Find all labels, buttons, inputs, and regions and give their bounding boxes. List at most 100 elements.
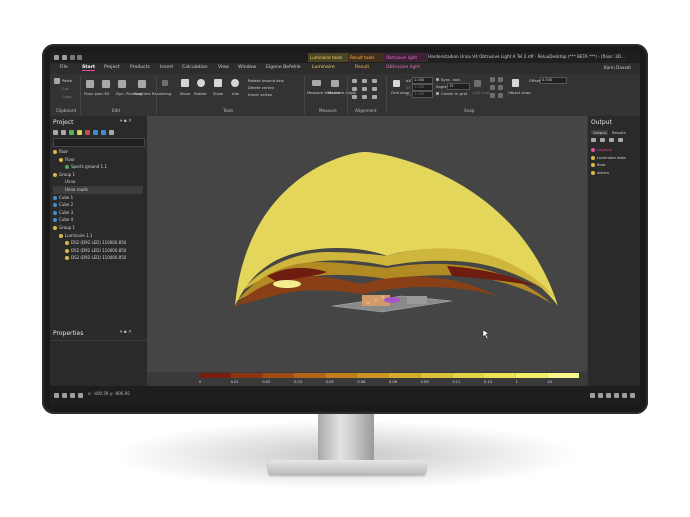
align-middle-icon[interactable] <box>362 87 367 91</box>
rotate-button[interactable]: Rotate <box>194 91 206 96</box>
cut-button[interactable]: Cut <box>62 86 69 91</box>
align-top-icon[interactable] <box>352 87 357 91</box>
panel-pin-icon[interactable]: ▾ ▪ ✕ <box>120 330 132 335</box>
toolbar-icon[interactable] <box>61 130 66 135</box>
status-icon[interactable] <box>62 393 67 398</box>
redo-icon[interactable] <box>77 55 82 60</box>
menu-project[interactable]: Project <box>104 65 120 70</box>
menu-window[interactable]: Window <box>238 65 256 70</box>
aim-button[interactable]: Aim <box>232 91 239 96</box>
snap-mode-icon[interactable] <box>490 93 495 98</box>
snap-mode-icon[interactable] <box>498 77 503 82</box>
toolbar-icon[interactable] <box>77 130 82 135</box>
snap-mode-icon[interactable] <box>490 77 495 82</box>
scale-button[interactable]: Scale <box>213 91 223 96</box>
dyn-planning-icon[interactable] <box>118 80 126 88</box>
toolbar-icon[interactable] <box>591 138 596 142</box>
undo-icon[interactable] <box>70 55 75 60</box>
realtime-rendering-button[interactable]: Realtime Rendering <box>134 91 171 96</box>
tab-results[interactable]: Results <box>612 130 626 135</box>
tree-item[interactable]: Floor <box>53 156 143 164</box>
user-name[interactable]: Karin Daxxdi <box>604 65 631 70</box>
output-tree-item[interactable]: Luminaire data <box>591 154 639 162</box>
sync-axis-checkbox[interactable] <box>436 78 439 81</box>
dz-input[interactable]: 1.000 <box>412 91 433 98</box>
menu-obtrusive-light[interactable]: Obtrusive light <box>386 65 420 70</box>
3d-viewport[interactable] <box>147 116 587 372</box>
snap-mode-icon[interactable] <box>490 85 495 90</box>
3d-view-icon[interactable] <box>102 80 110 88</box>
tree-item[interactable]: Cube 1 <box>53 194 143 202</box>
toolbar-icon[interactable] <box>85 130 90 135</box>
copy-button[interactable]: Copy <box>62 94 72 99</box>
status-icon[interactable] <box>78 393 83 398</box>
menu-eigene-befehle[interactable]: Eigene Befehle <box>266 65 301 70</box>
snap-mode-icon[interactable] <box>498 85 503 90</box>
tree-item[interactable]: DS2 (D92 LED) 110000.850 <box>53 239 143 247</box>
grid-snap-icon[interactable] <box>393 80 400 87</box>
tree-item[interactable]: Group 1 <box>53 224 143 232</box>
toolbar-icon[interactable] <box>609 138 614 142</box>
tree-item[interactable]: Sports ground 1.1 <box>53 163 143 171</box>
menu-luminaire[interactable]: Luminaire <box>312 65 335 70</box>
menu-file[interactable]: File <box>60 65 68 70</box>
realtime-rendering-icon[interactable] <box>138 80 146 88</box>
rotate-icon[interactable] <box>197 79 205 87</box>
view-icon[interactable] <box>598 393 603 398</box>
distribute-vertical-icon[interactable] <box>362 95 367 99</box>
tab-output[interactable]: Output <box>591 130 609 135</box>
tree-item[interactable]: Cube 2 <box>53 201 143 209</box>
tree-item[interactable]: Unna roads <box>53 185 143 194</box>
cad-snap-icon[interactable] <box>474 80 481 87</box>
save-icon[interactable] <box>62 55 67 60</box>
menu-start[interactable]: Start <box>82 65 96 71</box>
menu-insert[interactable]: Insert <box>160 65 173 70</box>
paste-icon[interactable] <box>54 78 60 84</box>
menu-view[interactable]: View <box>218 65 229 70</box>
measure-angle-icon[interactable] <box>331 80 339 87</box>
select-icon[interactable] <box>162 80 168 86</box>
object-snap-icon[interactable] <box>512 79 519 87</box>
context-tab-luminaire-tools[interactable]: Luminaire tools <box>308 53 350 62</box>
tree-item[interactable]: floor <box>53 148 143 156</box>
floor-plan-button[interactable]: Floor plan <box>84 91 103 96</box>
tree-item[interactable]: Group 1 <box>53 171 143 179</box>
project-search-input[interactable] <box>53 138 145 147</box>
output-tree-item[interactable]: Layouts <box>591 146 639 154</box>
move-icon[interactable] <box>181 79 189 87</box>
center-in-grid-checkbox[interactable] <box>436 92 439 95</box>
tree-item[interactable]: Cube 4 <box>53 216 143 224</box>
toolbar-icon[interactable] <box>93 130 98 135</box>
tree-item[interactable]: Luminaire 1.1 <box>53 232 143 240</box>
tree-item[interactable]: DS2 (D92 LED) 110000.850 <box>53 247 143 255</box>
status-icon[interactable] <box>70 393 75 398</box>
toolbar-icon[interactable] <box>618 138 623 142</box>
align-center-icon[interactable] <box>362 79 367 83</box>
view-icon[interactable] <box>622 393 627 398</box>
aim-icon[interactable] <box>231 79 239 87</box>
distribute-horizontal-icon[interactable] <box>352 95 357 99</box>
context-tab-result-tools[interactable]: Result tools <box>348 53 386 62</box>
distribute-depth-icon[interactable] <box>372 95 377 99</box>
floor-plan-icon[interactable] <box>86 80 94 88</box>
view-icon[interactable] <box>630 393 635 398</box>
toolbar-icon[interactable] <box>101 130 106 135</box>
tree-item[interactable]: Unna <box>53 178 143 186</box>
view-icon[interactable] <box>606 393 611 398</box>
move-button[interactable]: Move <box>180 91 190 96</box>
object-snap-button[interactable]: Object snap <box>508 90 531 95</box>
angle-input[interactable]: 15 <box>447 83 470 90</box>
tree-item[interactable]: Cube 3 <box>53 209 143 217</box>
toolbar-icon[interactable] <box>600 138 605 142</box>
toolbar-icon[interactable] <box>109 130 114 135</box>
paste-button[interactable]: Paste <box>62 78 72 83</box>
menu-calculation[interactable]: Calculation <box>182 65 208 70</box>
toolbar-icon[interactable] <box>69 130 74 135</box>
cad-snap-button[interactable]: CAD snap <box>472 90 491 95</box>
measure-distance-icon[interactable] <box>312 80 321 86</box>
output-tree-item[interactable]: floor <box>591 161 639 169</box>
offset-input[interactable]: 0.500 <box>540 77 567 84</box>
insert-vertex-button[interactable]: Insert vertex <box>248 92 272 97</box>
panel-pin-icon[interactable]: ▾ ▪ ✕ <box>120 119 132 124</box>
menu-products[interactable]: Products <box>130 65 150 70</box>
